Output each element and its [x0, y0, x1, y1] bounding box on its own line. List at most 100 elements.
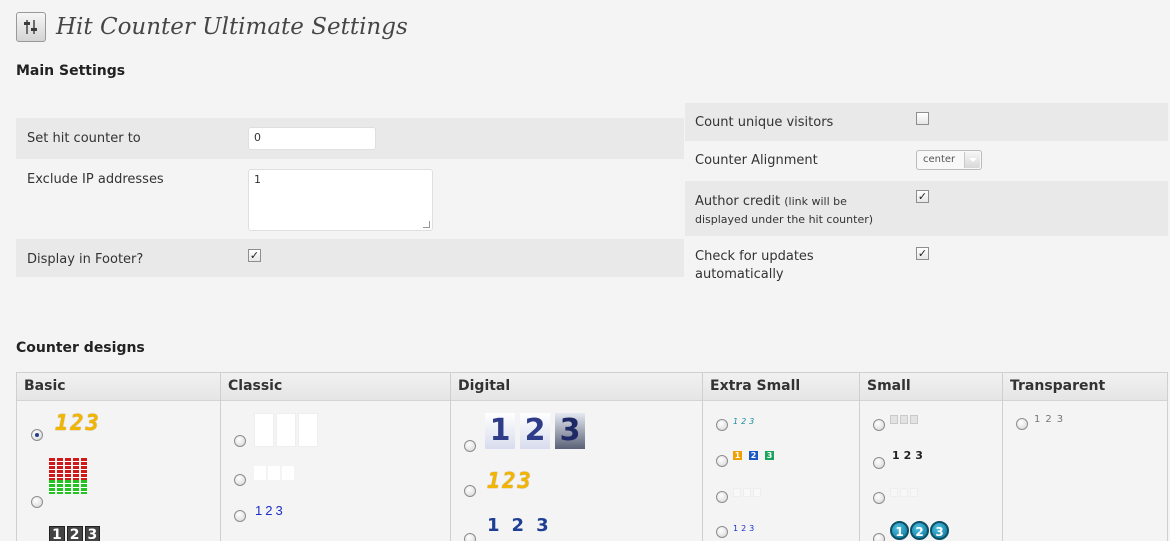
design-radio-extra-small-1[interactable] [716, 419, 728, 431]
design-radio-small-3[interactable] [873, 492, 885, 504]
sample-digits: 123 [55, 411, 101, 436]
alignment-select[interactable]: center [916, 150, 982, 170]
author-credit-row: Author credit (link will be displayed un… [685, 181, 1168, 236]
design-sample-gray-boxes [890, 415, 920, 424]
design-column-header: Classic [221, 373, 450, 401]
sample-digits: 123 [733, 524, 758, 533]
set-hit-counter-row: Set hit counter to 0 [16, 118, 684, 159]
resize-grip-icon[interactable] [423, 221, 430, 228]
design-radio-digital-3[interactable] [464, 533, 476, 541]
design-column-header: Basic [17, 373, 220, 401]
sample-digits: 123 [733, 417, 758, 426]
alignment-value: center [923, 154, 956, 165]
count-unique-checkbox[interactable] [916, 112, 929, 125]
design-sample-yellow-digital: 123 [487, 469, 533, 494]
settings-sliders-icon [16, 12, 46, 42]
design-radio-extra-small-3[interactable] [716, 491, 728, 503]
design-radio-extra-small-4[interactable] [716, 526, 728, 538]
sample-digits: 123 [892, 449, 927, 462]
page-title: Hit Counter Ultimate Settings [56, 14, 408, 40]
design-radio-basic-2[interactable] [31, 496, 43, 508]
exclude-ip-textarea[interactable]: 1 [248, 169, 433, 231]
design-column-classic: Classic 123 [221, 373, 451, 541]
sample-digit: 3 [765, 451, 774, 460]
sample-digit: 2 [749, 451, 758, 460]
design-sample-teal-tiny: 123 [733, 417, 757, 426]
check-updates-checkbox[interactable]: ✓ [916, 247, 929, 260]
design-radio-small-4[interactable] [873, 533, 885, 541]
design-sample-white-blocks [254, 413, 320, 447]
alignment-label: Counter Alignment [695, 153, 818, 168]
design-column-transparent: Transparent 123 [1003, 373, 1167, 541]
design-radio-small-1[interactable] [873, 419, 885, 431]
exclude-ip-label: Exclude IP addresses [27, 172, 164, 187]
design-radio-extra-small-2[interactable] [716, 455, 728, 467]
counter-designs-table: Basic 123 1 2 3 Classic 123 Digital 1 2 … [16, 372, 1168, 541]
sample-digit: 2 [66, 526, 83, 541]
design-radio-classic-2[interactable] [234, 474, 246, 486]
design-sample-transparent: 123 [1034, 414, 1068, 425]
sample-digit: 1 [487, 515, 500, 536]
sample-digit: 1 [485, 413, 515, 449]
check-updates-row: Check for updates automatically ✓ [685, 237, 1168, 293]
exclude-ip-value: 1 [254, 173, 261, 186]
sample-digit: 2 [910, 521, 929, 540]
design-column-extra-small: Extra Small 123 1 2 3 123 [703, 373, 860, 541]
display-footer-label: Display in Footer? [27, 252, 144, 267]
design-column-basic: Basic 123 1 2 3 [17, 373, 221, 541]
design-sample-odometer: 1 2 3 [49, 526, 102, 541]
sample-digit: 1 [49, 526, 65, 541]
sample-digits: 123 [1034, 414, 1069, 425]
design-sample-faint-boxes [733, 488, 763, 497]
design-sample-dark-small: 123 [892, 449, 927, 462]
design-sample-circles: 1 2 3 [890, 521, 950, 540]
design-radio-classic-3[interactable] [234, 510, 246, 522]
design-sample-blue-tiny: 123 [733, 524, 757, 533]
alignment-row: Counter Alignment center [685, 142, 1168, 180]
design-radio-digital-2[interactable] [464, 485, 476, 497]
display-footer-row: Display in Footer? ✓ [16, 239, 684, 277]
design-column-header: Digital [451, 373, 702, 401]
design-column-header: Small [860, 373, 1002, 401]
sample-digit: 3 [536, 515, 549, 536]
author-credit-label: Author credit [695, 194, 781, 209]
design-sample-yellow-digital: 123 [55, 411, 101, 436]
design-sample-blue-text: 123 [255, 503, 286, 518]
design-radio-digital-1[interactable] [464, 440, 476, 452]
sample-digit: 2 [511, 515, 525, 536]
author-credit-text: Author credit (link will be displayed un… [695, 193, 895, 229]
hit-counter-input[interactable]: 0 [248, 127, 376, 150]
check-updates-label: Check for updates automatically [695, 249, 814, 282]
sample-digit: 1 [733, 451, 742, 460]
counter-designs-heading: Counter designs [16, 340, 145, 356]
sample-digit: 1 [890, 521, 909, 540]
author-credit-checkbox[interactable]: ✓ [916, 190, 929, 203]
design-column-digital: Digital 1 2 3 123 1 2 3 [451, 373, 703, 541]
design-sample-faint-boxes [890, 488, 920, 497]
design-radio-transparent-1[interactable] [1016, 418, 1028, 430]
design-radio-small-2[interactable] [873, 457, 885, 469]
design-column-header: Extra Small [703, 373, 859, 401]
design-sample-faint-blocks [254, 466, 294, 480]
set-hit-counter-label: Set hit counter to [27, 131, 141, 146]
page-header: Hit Counter Ultimate Settings [16, 12, 408, 42]
sample-digit: 3 [555, 413, 585, 449]
design-column-header: Transparent [1003, 373, 1167, 401]
design-column-small: Small 123 1 2 3 [860, 373, 1003, 541]
display-footer-checkbox[interactable]: ✓ [248, 249, 261, 262]
exclude-ip-row: Exclude IP addresses 1 [16, 160, 684, 238]
sample-digits: 123 [487, 469, 533, 494]
sample-digit: 3 [930, 521, 949, 540]
design-sample-colored-squares: 1 2 3 [733, 451, 781, 460]
sample-digit: 2 [520, 413, 550, 449]
design-sample-led-meter [49, 458, 87, 494]
design-radio-basic-1[interactable] [31, 429, 43, 441]
count-unique-row: Count unique visitors [685, 103, 1168, 141]
count-unique-label: Count unique visitors [695, 115, 834, 130]
design-radio-classic-1[interactable] [234, 435, 246, 447]
design-sample-bubble: 1 2 3 [487, 515, 561, 536]
main-settings-heading: Main Settings [16, 63, 126, 79]
chevron-down-icon[interactable] [964, 152, 980, 168]
design-sample-big-blocks: 1 2 3 [485, 413, 590, 449]
sample-digit: 3 [84, 526, 101, 541]
